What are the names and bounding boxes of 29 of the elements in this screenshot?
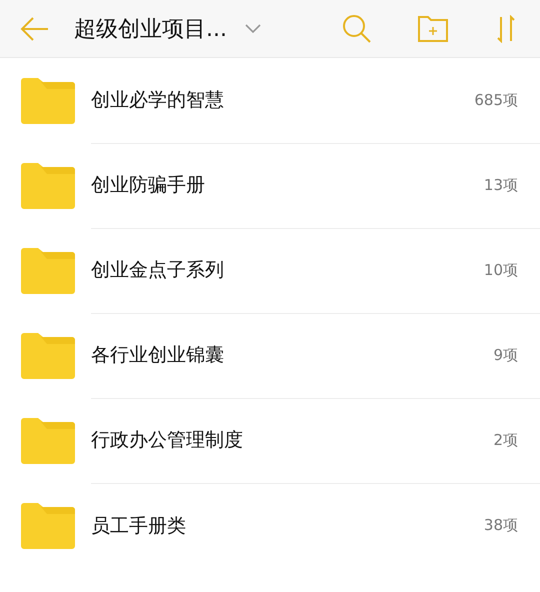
folder-icon (21, 418, 75, 464)
folder-name: 行政办公管理制度 (91, 428, 243, 453)
folder-row[interactable]: 行政办公管理制度 2项 (0, 398, 540, 483)
folder-row[interactable]: 员工手册类 38项 (0, 483, 540, 568)
folder-icon (21, 248, 75, 294)
item-count: 38项 (484, 516, 518, 535)
folder-name: 创业防骗手册 (91, 173, 205, 198)
item-count: 13项 (484, 176, 518, 194)
folder-name: 创业必学的智慧 (91, 88, 224, 113)
item-count: 10项 (484, 260, 518, 280)
folder-row[interactable]: 创业必学的智慧 685项 (0, 58, 540, 143)
new-folder-icon[interactable] (418, 16, 448, 42)
folder-icon (21, 332, 75, 378)
folder-row[interactable]: 创业防骗手册 13项 (0, 143, 540, 228)
folder-icon (21, 162, 75, 208)
folder-row[interactable]: 创业金点子系列 10项 (0, 228, 540, 313)
item-count: 685项 (474, 90, 518, 110)
folder-icon (21, 502, 75, 548)
folder-row[interactable]: 各行业创业锦囊 9项 (0, 313, 540, 398)
chevron-down-icon[interactable] (244, 24, 261, 34)
folder-name: 员工手册类 (91, 514, 186, 538)
back-icon[interactable] (20, 16, 50, 42)
folder-title: 超级创业项目... (74, 16, 227, 44)
folder-icon (21, 78, 75, 124)
search-icon[interactable] (342, 14, 372, 44)
folder-name: 各行业创业锦囊 (91, 343, 224, 368)
folder-name: 创业金点子系列 (91, 258, 224, 283)
item-count: 9项 (493, 346, 518, 364)
item-count: 2项 (493, 430, 518, 450)
